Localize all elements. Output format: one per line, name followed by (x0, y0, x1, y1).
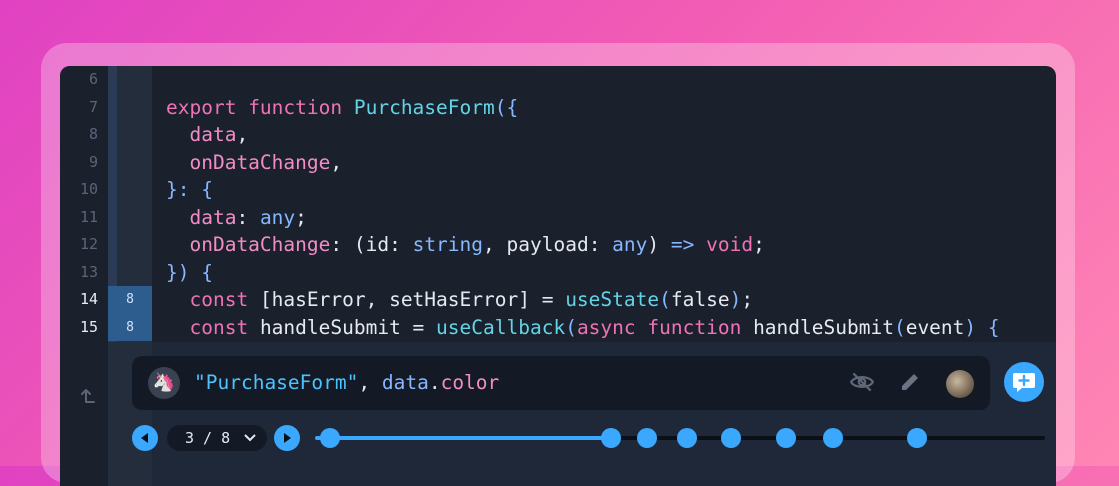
code-text: data, (189, 123, 249, 146)
timeline: 3 / 8 (132, 424, 1048, 454)
code-line: 9 onDataChange, (89, 149, 1056, 177)
line-number[interactable]: 6 (60, 66, 98, 94)
line-number[interactable]: 8 (60, 121, 98, 149)
code-area: 6 7 export function PurchaseForm({8 data, 9… (80, 66, 1056, 342)
code-line: 14 8 const [hasError, setHasError] = useS… (80, 286, 1056, 314)
hit-count[interactable]: 8 (108, 286, 152, 314)
hit-count[interactable]: 8 (108, 313, 152, 341)
code-editor: 6 7 export function PurchaseForm({8 data, 9… (60, 66, 1056, 486)
expression-text[interactable]: "PurchaseForm", data.color (194, 356, 499, 410)
add-comment-icon (1013, 373, 1035, 392)
hit-counter[interactable]: 3 / 8 (167, 425, 267, 451)
hit-count[interactable] (108, 204, 152, 232)
line-number[interactable]: 10 (60, 176, 98, 204)
pencil-icon[interactable] (898, 370, 922, 398)
code-line: 8 data, (89, 121, 1056, 149)
code-line: 12 onDataChange: (id: string, payload: a… (80, 231, 1056, 259)
timeline-progress (315, 436, 611, 440)
timeline-track[interactable] (315, 428, 1045, 448)
code-text: const handleSubmit = useCallback(async f… (189, 315, 1000, 339)
line-number[interactable]: 15 (60, 314, 98, 342)
code-line: 11 data: any; (80, 204, 1056, 232)
hit-count[interactable] (108, 259, 152, 287)
hit-counter-text: 3 / 8 (185, 429, 231, 447)
code-line: 15 8 const handleSubmit = useCallback(asy… (80, 313, 1056, 341)
timeline-marker[interactable] (600, 428, 621, 448)
play-right-icon (284, 433, 291, 443)
hit-count[interactable] (108, 94, 152, 122)
user-avatar (946, 370, 974, 398)
code-line: 10}: { (80, 176, 1056, 204)
code-text: data: any; (189, 205, 307, 229)
code-line: 7 export function PurchaseForm({ (89, 94, 1056, 122)
timeline-marker[interactable] (907, 428, 928, 448)
line-number[interactable]: 11 (60, 204, 98, 232)
code-line: 13}) { (80, 259, 1056, 287)
next-hit-button[interactable] (274, 425, 300, 451)
eye-off-icon[interactable] (849, 369, 875, 399)
add-comment-button[interactable] (1004, 362, 1044, 402)
timeline-marker[interactable] (637, 428, 658, 448)
code-text: onDataChange: (id: string, payload: any)… (189, 233, 765, 256)
play-left-icon (141, 433, 148, 443)
hit-count[interactable] (108, 231, 152, 259)
timeline-marker[interactable] (319, 428, 340, 448)
expression-input[interactable]: 🦄 "PurchaseForm", data.color (132, 356, 990, 410)
line-number[interactable]: 7 (60, 94, 98, 122)
timeline-marker[interactable] (823, 428, 844, 448)
chevron-down-icon (243, 425, 257, 459)
code-text: onDataChange, (189, 150, 343, 174)
line-number[interactable]: 14 (60, 286, 98, 314)
line-number[interactable]: 9 (60, 149, 98, 177)
code-text: export function PurchaseForm({ (166, 95, 519, 119)
hit-count[interactable] (108, 176, 152, 204)
code-text: }: { (166, 178, 213, 201)
code-line: 6 (89, 66, 1056, 94)
line-number[interactable]: 13 (60, 259, 98, 287)
timeline-marker[interactable] (677, 428, 698, 448)
hit-count[interactable] (108, 66, 152, 94)
line-number[interactable]: 12 (60, 231, 98, 259)
timeline-marker[interactable] (721, 428, 742, 448)
timeline-marker[interactable] (775, 428, 796, 448)
hit-count[interactable] (108, 149, 152, 177)
code-text: const [hasError, setHasError] = useState… (189, 288, 754, 311)
code-text: }) { (166, 260, 213, 284)
prev-hit-button[interactable] (132, 425, 158, 451)
unicorn-avatar: 🦄 (148, 367, 180, 399)
hit-count[interactable] (108, 121, 152, 149)
